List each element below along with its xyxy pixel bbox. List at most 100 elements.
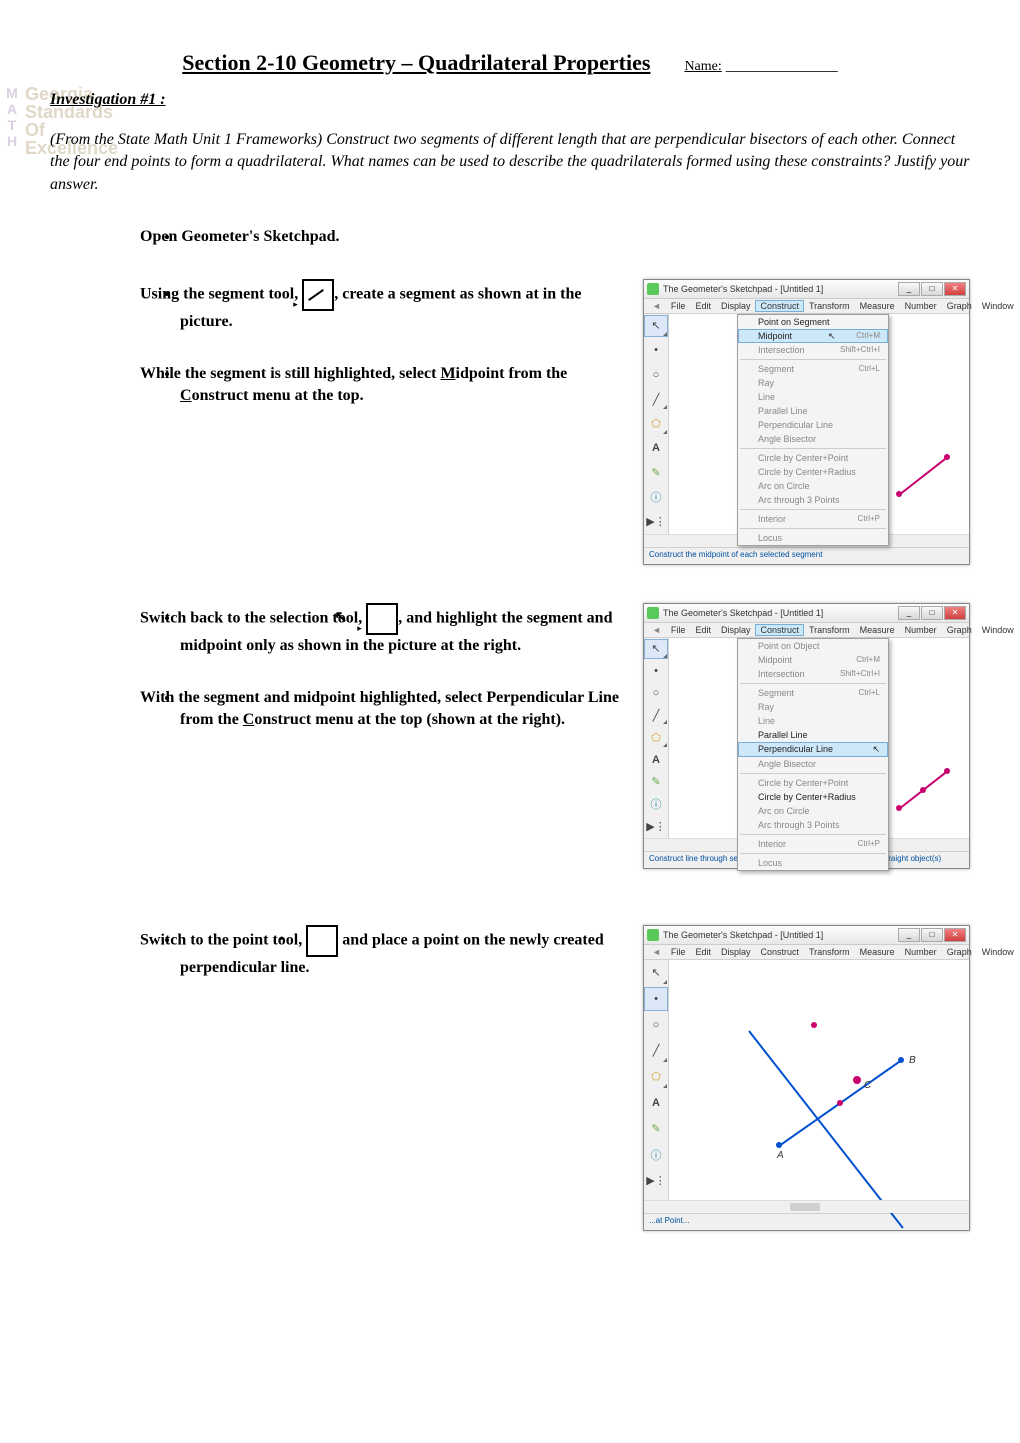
menu-arc-3pts: Arc through 3 Points (738, 818, 888, 832)
close-button[interactable]: ✕ (944, 282, 966, 296)
statusbar: ...at Point... (644, 1213, 969, 1230)
menu-intersection: IntersectionShift+Ctrl+I (738, 343, 888, 357)
investigation-prompt: (From the State Math Unit 1 Frameworks) … (50, 129, 970, 196)
menu-edit[interactable]: Edit (690, 300, 716, 312)
tool-marker[interactable]: ✎ (644, 461, 668, 483)
tool-custom[interactable]: ▶⋮ (644, 1169, 668, 1193)
menu-parallel: Parallel Line (738, 404, 888, 418)
menu-display[interactable]: Display (716, 624, 756, 636)
tool-circle[interactable]: ○ (644, 1013, 668, 1037)
close-button[interactable]: ✕ (944, 928, 966, 942)
menu-circle-cp: Circle by Center+Point (738, 451, 888, 465)
menu-construct[interactable]: Construct (755, 946, 804, 958)
menu-file[interactable]: File (666, 946, 691, 958)
maximize-button[interactable]: □ (921, 282, 943, 296)
menu-display[interactable]: Display (716, 946, 756, 958)
menu-edit[interactable]: Edit (690, 624, 716, 636)
menu-point-on-object: Point on Object (738, 639, 888, 653)
toolbox: ↖ • ○ ╱ ⬠ A ✎ ⓘ ▶⋮ (644, 960, 669, 1200)
menu-transform[interactable]: Transform (804, 624, 855, 636)
menu-locus: Locus (738, 856, 888, 870)
menu-transform[interactable]: Transform (804, 946, 855, 958)
tool-custom[interactable]: ▶⋮ (644, 510, 668, 532)
menu-display[interactable]: Display (716, 300, 756, 312)
window-title: The Geometer's Sketchpad - [Untitled 1] (663, 608, 898, 618)
tool-circle[interactable]: ○ (644, 683, 668, 703)
step-open: Open Geometer's Sketchpad. (180, 226, 970, 248)
menu-measure[interactable]: Measure (855, 624, 900, 636)
canvas[interactable]: Point on Segment Midpoint↖Ctrl+M Interse… (669, 314, 969, 534)
tool-polygon[interactable]: ⬠ (644, 1065, 668, 1089)
menu-graph[interactable]: Graph (942, 300, 977, 312)
menu-arc-circle: Arc on Circle (738, 804, 888, 818)
tool-info[interactable]: ⓘ (644, 794, 668, 814)
close-button[interactable]: ✕ (944, 606, 966, 620)
tool-custom[interactable]: ▶⋮ (644, 816, 668, 836)
tool-polygon[interactable]: ⬠ (644, 412, 668, 434)
step-midpoint: While the segment is still highlighted, … (180, 363, 633, 408)
menu-transform[interactable]: Transform (804, 300, 855, 312)
watermark: MATH Georgia Standards Of Excellence (5, 85, 19, 152)
menu-line: Line (738, 714, 888, 728)
menu-window[interactable]: Window (977, 300, 1019, 312)
gsp-screenshot-perpendicular: The Geometer's Sketchpad - [Untitled 1] … (643, 603, 970, 869)
tool-marker[interactable]: ✎ (644, 1117, 668, 1141)
menu-edit[interactable]: Edit (690, 946, 716, 958)
menu-graph[interactable]: Graph (942, 946, 977, 958)
scrollbar-h[interactable] (644, 1200, 969, 1213)
tool-line[interactable]: ╱ (644, 388, 668, 410)
tool-point[interactable]: • (644, 987, 668, 1011)
tool-polygon[interactable]: ⬠ (644, 727, 668, 747)
tool-info[interactable]: ⓘ (644, 486, 668, 508)
menu-interior: InteriorCtrl+P (738, 512, 888, 526)
tool-arrow[interactable]: ↖ (644, 639, 668, 659)
menu-point-on-segment[interactable]: Point on Segment (738, 315, 888, 329)
tool-line[interactable]: ╱ (644, 1039, 668, 1063)
tool-info[interactable]: ⓘ (644, 1143, 668, 1167)
tool-text[interactable]: A (644, 1091, 668, 1115)
maximize-button[interactable]: □ (921, 606, 943, 620)
menu-measure[interactable]: Measure (855, 946, 900, 958)
menu-interior: InteriorCtrl+P (738, 837, 888, 851)
tool-point[interactable]: • (644, 661, 668, 681)
menu-file[interactable]: File (666, 300, 691, 312)
menu-parallel[interactable]: Parallel Line (738, 728, 888, 742)
canvas[interactable]: Point on Object MidpointCtrl+M Intersect… (669, 638, 969, 838)
page-header: Section 2-10 Geometry – Quadrilateral Pr… (50, 50, 970, 76)
menu-number[interactable]: Number (900, 624, 942, 636)
section-title: Section 2-10 Geometry – Quadrilateral Pr… (182, 50, 650, 75)
tool-point[interactable]: • (644, 339, 668, 361)
drawn-segment (898, 457, 947, 496)
menu-number[interactable]: Number (900, 300, 942, 312)
minimize-button[interactable]: _ (898, 928, 920, 942)
point-a (776, 1142, 782, 1148)
menu-number[interactable]: Number (900, 946, 942, 958)
menu-ray: Ray (738, 700, 888, 714)
menu-graph[interactable]: Graph (942, 624, 977, 636)
menu-construct[interactable]: Construct (755, 300, 804, 312)
gsp-screenshot-midpoint: The Geometer's Sketchpad - [Untitled 1] … (643, 279, 970, 565)
menu-circle-cr[interactable]: Circle by Center+Radius (738, 790, 888, 804)
minimize-button[interactable]: _ (898, 606, 920, 620)
minimize-button[interactable]: _ (898, 282, 920, 296)
tool-marker[interactable]: ✎ (644, 772, 668, 792)
app-icon (647, 283, 659, 295)
tool-text[interactable]: A (644, 437, 668, 459)
menu-file[interactable]: File (666, 624, 691, 636)
tool-text[interactable]: A (644, 750, 668, 770)
tool-arrow[interactable]: ↖ (644, 315, 668, 337)
canvas[interactable]: A B C (669, 960, 969, 1200)
tool-line[interactable]: ╱ (644, 705, 668, 725)
menu-measure[interactable]: Measure (855, 300, 900, 312)
point-b (898, 1057, 904, 1063)
selection-tool-icon (366, 603, 398, 635)
maximize-button[interactable]: □ (921, 928, 943, 942)
menu-window[interactable]: Window (977, 624, 1019, 636)
menu-perpendicular[interactable]: Perpendicular Line↖ (738, 742, 888, 757)
tool-arrow[interactable]: ↖ (644, 961, 668, 985)
menu-window[interactable]: Window (977, 946, 1019, 958)
menu-construct[interactable]: Construct (755, 624, 804, 636)
menu-midpoint[interactable]: Midpoint↖Ctrl+M (738, 329, 888, 343)
menubar: ◄ File Edit Display Construct Transform … (644, 299, 969, 314)
tool-circle[interactable]: ○ (644, 363, 668, 385)
